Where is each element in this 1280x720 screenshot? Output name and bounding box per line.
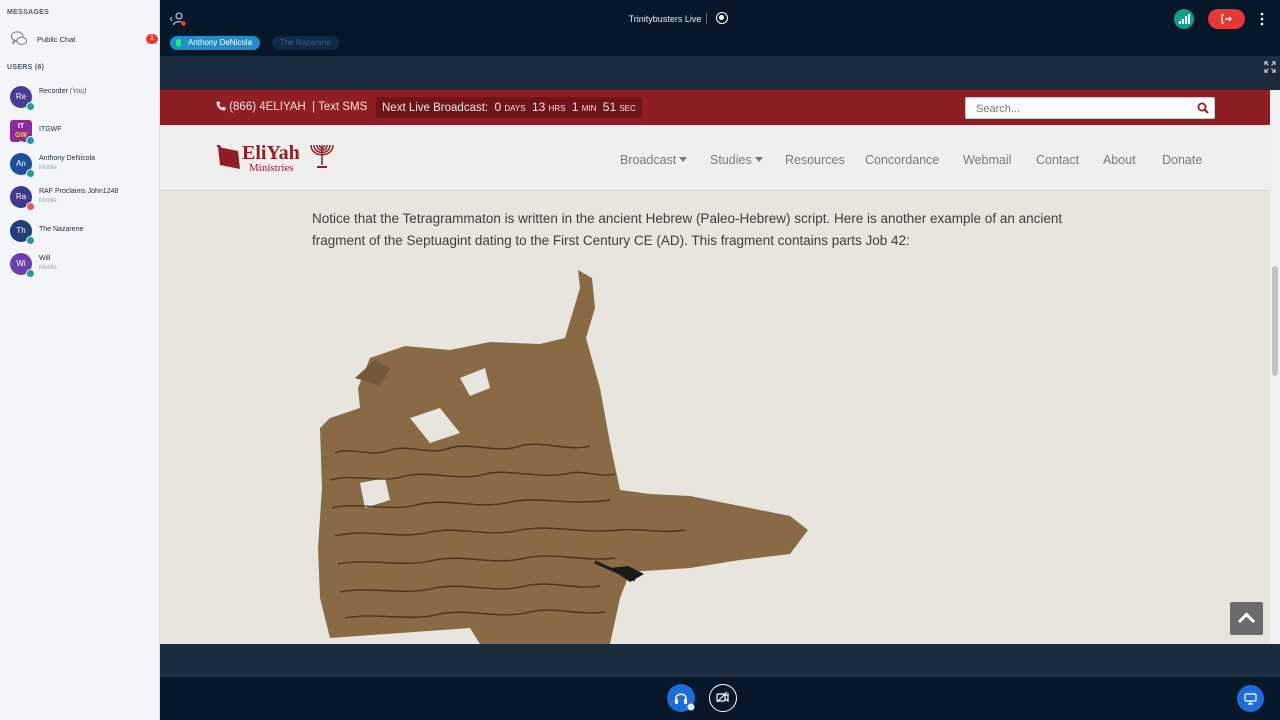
status-dot (26, 102, 35, 111)
signal-bars-icon (1179, 14, 1190, 24)
user-name: Recorder (You) (39, 88, 87, 95)
audio-button[interactable] (667, 684, 695, 712)
chevron-up-icon (1237, 612, 1256, 624)
connection-status-icon[interactable] (1174, 9, 1194, 29)
user-item-itgwf[interactable]: IT GW F ITGWF (0, 117, 160, 148)
nav-contact[interactable]: Contact (1036, 153, 1079, 167)
divider (706, 13, 707, 24)
unread-badge: 1 (146, 34, 158, 44)
shared-webpage: (866) 4ELIYAH | Text SMS Next Live Broad… (160, 90, 1280, 644)
leave-meeting-button[interactable] (1208, 9, 1245, 29)
user-device: Mobile (39, 265, 57, 271)
users-heading: USERS (6) (7, 64, 45, 71)
article-paragraph: Notice that the Tetragrammaton is writte… (312, 211, 1063, 248)
search-icon[interactable] (1197, 102, 1209, 114)
user-name: ITGWF (39, 126, 62, 133)
scroll-logo-icon (216, 144, 240, 169)
user-device: Mobile (39, 165, 57, 171)
contact-bar: (866) 4ELIYAH | Text SMS Next Live Broad… (160, 90, 1270, 125)
site-search[interactable] (965, 97, 1215, 119)
nav-about[interactable]: About (1103, 153, 1136, 167)
mic-icon (176, 39, 181, 47)
scroll-thumb[interactable] (1272, 266, 1278, 376)
nav-resources[interactable]: Resources (785, 153, 845, 167)
talking-indicator-speaker[interactable]: The Nazarene (272, 36, 339, 50)
avatar: IT GW F (10, 120, 35, 148)
bottom-action-bar (160, 677, 1280, 720)
page-scrollbar[interactable] (1270, 90, 1280, 644)
avatar: An (10, 153, 35, 178)
nav-donate[interactable]: Donate (1162, 153, 1202, 167)
status-dot (26, 236, 35, 245)
video-off-icon (716, 691, 729, 703)
user-name: Anthony DeNicola (39, 155, 96, 162)
chevron-down-icon (754, 157, 763, 162)
exit-icon (1221, 14, 1232, 24)
status-dot (26, 202, 35, 211)
record-icon[interactable] (716, 12, 728, 24)
sidebar: MESSAGES Public Chat 1 USERS (6) Re Reco… (0, 0, 160, 720)
status-dot (26, 269, 35, 278)
nav-studies[interactable]: Studies (710, 153, 763, 167)
headphones-icon (675, 693, 695, 711)
eliyah-logo[interactable]: EliYah Ministries (216, 141, 336, 175)
desktop-icon (1244, 693, 1257, 705)
user-name: RAF Proclaims John1248 (39, 188, 119, 195)
screenshare-button[interactable] (1237, 685, 1264, 712)
avatar: Th (10, 220, 35, 245)
fullscreen-icon[interactable] (1264, 61, 1276, 73)
screenshare-area: (866) 4ELIYAH | Text SMS Next Live Broad… (160, 56, 1280, 677)
nav-broadcast[interactable]: Broadcast (620, 153, 688, 167)
share-webcam-button[interactable] (709, 684, 737, 712)
scroll-to-top-button[interactable] (1230, 602, 1263, 635)
phone-icon (216, 101, 226, 111)
broadcast-countdown: Next Live Broadcast: 0 DAYS 13 HRS 1 MIN… (376, 97, 642, 118)
more-options-icon[interactable] (1259, 12, 1265, 26)
user-item-recorder[interactable]: Re Recorder (You) (0, 83, 160, 113)
talking-indicator-presenter[interactable]: Anthony DeNicola (170, 36, 261, 50)
avatar: Wi (10, 253, 35, 278)
avatar: Re (10, 86, 35, 111)
phone-contact[interactable]: (866) 4ELIYAH | Text SMS (216, 101, 367, 113)
user-item-raf[interactable]: Ra RAF Proclaims John1248 Mobile (0, 183, 160, 213)
user-name: The Nazarene (39, 226, 84, 233)
site-navbar: EliYah Ministries Broadcast Studies Reso… (160, 125, 1270, 191)
user-name: Will (39, 255, 51, 262)
public-chat-label: Public Chat (37, 35, 76, 44)
status-dot (26, 169, 35, 178)
chevron-down-icon (679, 157, 688, 162)
avatar: Ra (10, 186, 35, 211)
top-bar: Trinitybusters Live Anthony DeNicola The… (160, 0, 1280, 56)
messages-heading: MESSAGES (7, 9, 50, 16)
public-chat-item[interactable]: Public Chat 1 (0, 26, 160, 52)
status-dot (26, 136, 35, 145)
nav-webmail[interactable]: Webmail (963, 153, 1011, 167)
user-item-nazarene[interactable]: Th The Nazarene (0, 217, 160, 247)
nav-concordance[interactable]: Concordance (865, 153, 939, 167)
search-input[interactable] (976, 101, 1191, 116)
menorah-icon (310, 144, 334, 168)
user-item-anthony[interactable]: An Anthony DeNicola Mobile (0, 150, 160, 180)
papyrus-fragment-image (318, 270, 808, 644)
user-item-will[interactable]: Wi Will Mobile (0, 250, 160, 280)
chat-icon (10, 31, 28, 45)
user-device: Mobile (39, 198, 57, 204)
